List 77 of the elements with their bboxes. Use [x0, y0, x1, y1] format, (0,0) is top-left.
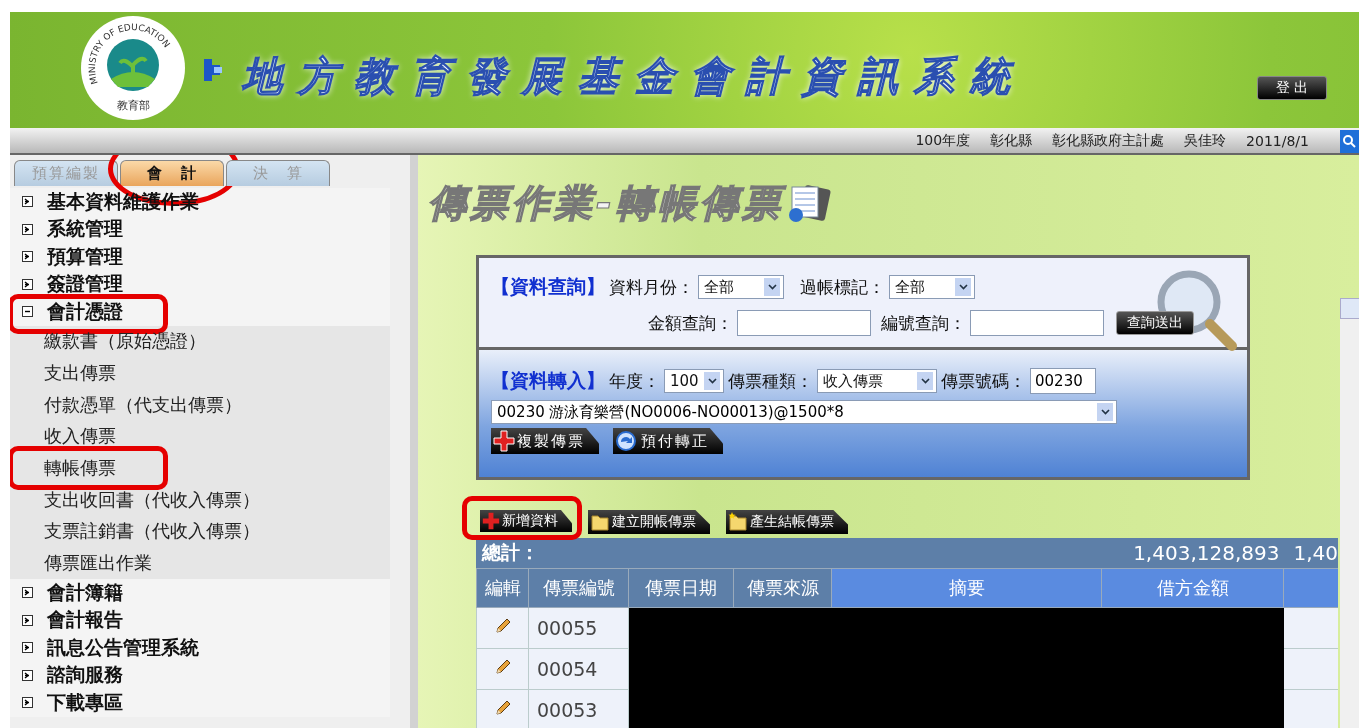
info-text: 彰化縣政府主計處 [1052, 131, 1165, 150]
amount-input[interactable] [737, 310, 871, 336]
table-cell: 00053 [528, 689, 629, 728]
toolbar-button[interactable]: 產生結帳傳票 [726, 510, 848, 534]
column-header: 摘要 [831, 568, 1102, 608]
menu-item[interactable]: 會計報告 [10, 606, 390, 634]
toolbar-button[interactable]: 建立開帳傳票 [588, 510, 710, 534]
info-text: 彰化縣 [990, 131, 1033, 150]
posted-select[interactable]: 全部 [889, 275, 975, 299]
column-header: 傳票日期 [628, 568, 734, 608]
menu-item[interactable]: 訊息公告管理系統 [10, 634, 390, 662]
logout-button[interactable]: 登 出 [1256, 76, 1327, 100]
year-select[interactable]: 100 [664, 369, 724, 393]
plus-icon [482, 512, 500, 530]
submit-button[interactable]: 查詢送出 [1116, 311, 1194, 335]
expand-icon[interactable] [22, 697, 33, 709]
expand-icon[interactable] [22, 306, 33, 318]
submenu-item[interactable]: 支出收回書（代收入傳票） [10, 483, 268, 516]
field-label: 過帳標記： [800, 275, 885, 299]
module-tab[interactable]: 會 計 [120, 160, 224, 186]
column-header: 借方金額 [1101, 568, 1284, 608]
submenu-item[interactable]: 收入傳票 [10, 420, 124, 453]
column-header: 編輯 [476, 568, 529, 608]
expand-icon[interactable] [22, 614, 33, 626]
expand-icon[interactable] [22, 278, 33, 290]
submenu-item[interactable]: 繳款書（原始憑證） [10, 325, 214, 358]
system-title: 地方教育發展基金會計資訊系統 [242, 51, 1026, 101]
column-header: 傳票來源 [733, 568, 832, 608]
scrollbar[interactable] [1340, 298, 1359, 728]
expand-icon[interactable] [22, 196, 33, 208]
source-select[interactable]: 00230 游泳育樂營(NO0006-NO00013)@1500*8 [491, 400, 1117, 424]
page-title: 傳票作業-轉帳傳票 [428, 179, 784, 227]
expand-icon[interactable] [22, 642, 33, 654]
info-text: 吳佳玲 [1184, 131, 1227, 150]
column-header: 傳票編號 [528, 568, 629, 608]
info-text: 100年度 [915, 131, 971, 150]
field-label: 資料月份： [609, 275, 694, 299]
menu-item[interactable]: 簽證管理 [10, 270, 390, 298]
folder-star-icon [728, 512, 748, 532]
submenu-item[interactable]: 轉帳傳票 [10, 452, 124, 484]
total-value: 1,403,128,893 [1133, 541, 1280, 565]
expand-icon[interactable] [22, 669, 33, 681]
field-label: 傳票號碼： [941, 369, 1026, 393]
submenu-item[interactable]: 付款憑單（代支出傳票） [10, 388, 250, 421]
voucher-input[interactable]: 00230 [1030, 368, 1096, 394]
convert-button[interactable]: 預付轉正 [613, 428, 723, 454]
menu-item[interactable]: 下載專區 [10, 689, 390, 717]
field-label: 傳票種類： [728, 369, 813, 393]
table-cell: 00054 [528, 648, 629, 690]
copy-button[interactable]: 複製傳票 [491, 428, 599, 454]
field-label: 金額查詢： [648, 311, 733, 335]
menu-item[interactable]: 系統管理 [10, 215, 390, 243]
refresh-icon [615, 430, 639, 452]
plus-icon [493, 430, 515, 452]
total-value: 1,40 [1293, 541, 1338, 565]
number-input[interactable] [970, 310, 1104, 336]
menu-item[interactable]: 預算管理 [10, 243, 390, 271]
submenu-item[interactable]: 支出傳票 [10, 357, 124, 389]
section-heading: 【資料查詢】 [491, 274, 605, 299]
section-heading: 【資料轉入】 [491, 368, 605, 393]
month-select[interactable]: 全部 [698, 275, 784, 299]
submenu-item[interactable]: 傳票匯出作業 [10, 547, 160, 579]
total-label: 總計： [482, 540, 540, 565]
expand-icon[interactable] [22, 223, 33, 235]
folder-icon [590, 512, 610, 532]
table-cell: 00055 [528, 607, 629, 649]
field-label: 年度： [609, 369, 660, 393]
menu-item[interactable]: 諮詢服務 [10, 661, 390, 689]
submenu-item[interactable]: 支票註銷書（代收入傳票） [10, 515, 268, 548]
expand-icon[interactable] [22, 251, 33, 263]
info-text: 2011/8/1 [1246, 132, 1309, 149]
type-select[interactable]: 收入傳票 [817, 369, 937, 393]
field-label: 編號查詢： [881, 311, 966, 335]
menu-item[interactable]: 會計簿籍 [10, 579, 390, 607]
menu-item[interactable]: 會計憑證 [10, 298, 390, 326]
toolbar-button[interactable]: 新增資料 [480, 510, 572, 532]
expand-icon[interactable] [22, 587, 33, 599]
